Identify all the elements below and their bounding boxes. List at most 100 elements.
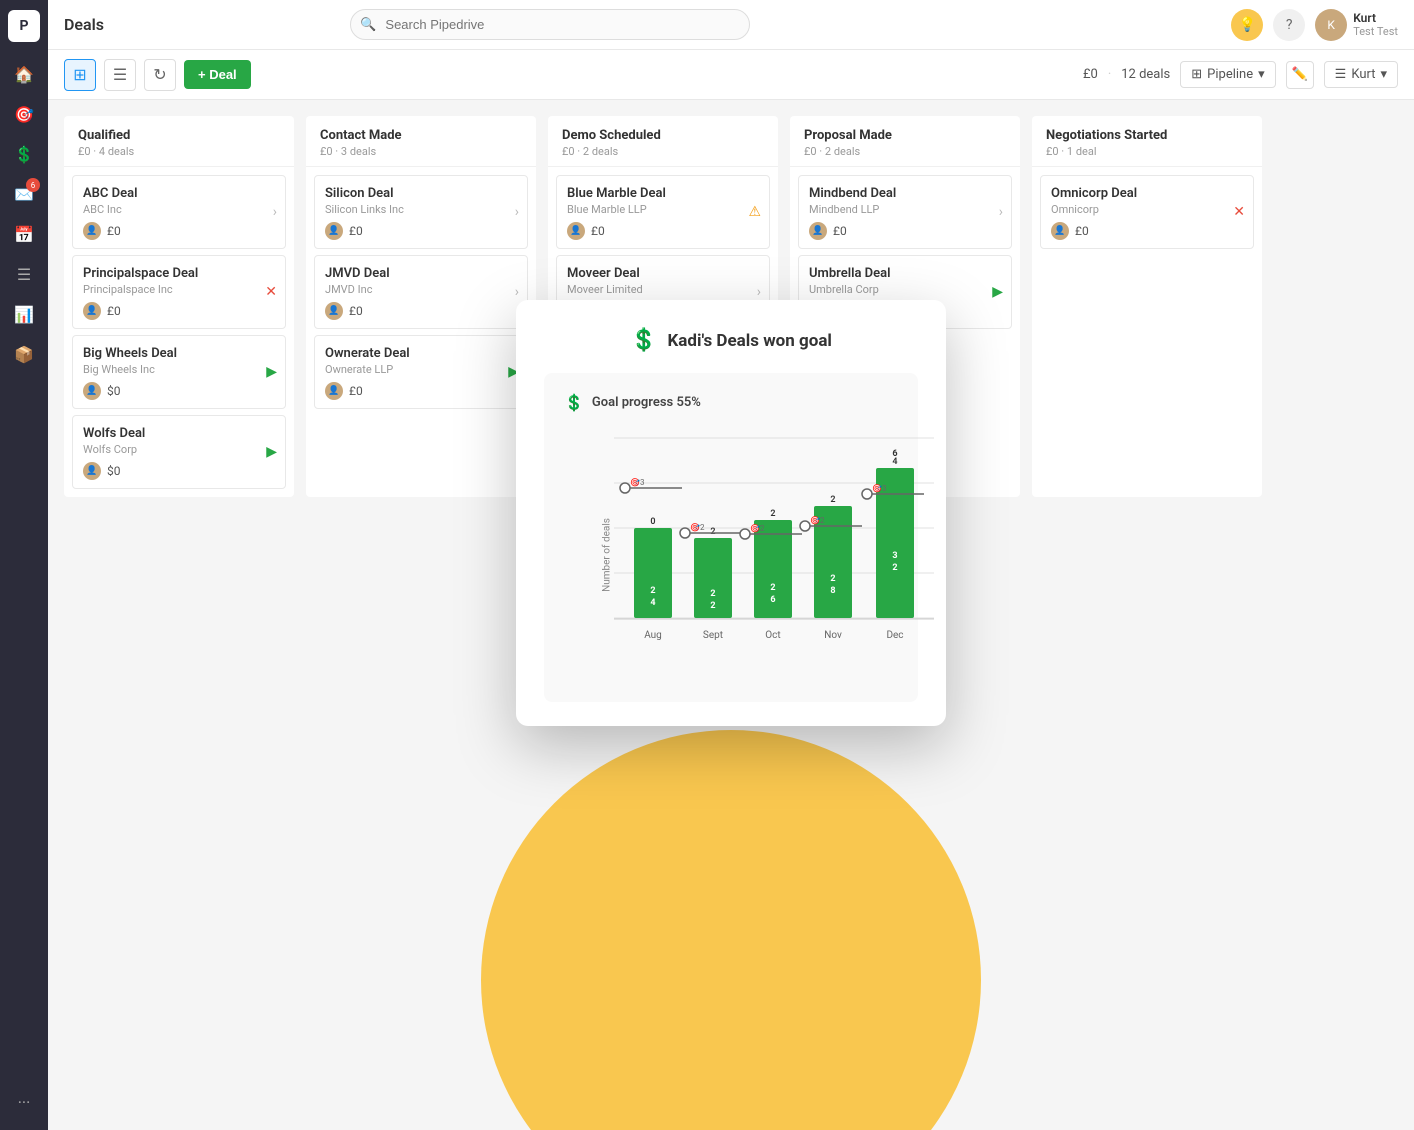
user-menu[interactable]: K Kurt Test Test: [1315, 9, 1398, 41]
add-deal-button[interactable]: + Deal: [184, 60, 251, 89]
avatar: K: [1315, 9, 1347, 41]
deal-card[interactable]: Blue Marble Deal Blue Marble LLP 👤 £0 ⚠: [556, 175, 770, 249]
sidebar-item-more[interactable]: ···: [6, 1084, 42, 1120]
deal-card[interactable]: Wolfs Deal Wolfs Corp 👤 $0 ▶: [72, 415, 286, 489]
card-footer: 👤 £0: [325, 222, 517, 240]
card-value: $0: [107, 464, 121, 478]
card-title: Principalspace Deal: [83, 266, 275, 281]
card-arrow: ›: [999, 204, 1003, 220]
edit-pipeline-button[interactable]: ✏️: [1286, 61, 1314, 89]
card-value: £0: [107, 224, 121, 238]
column-meta: £0 · 3 deals: [320, 145, 522, 158]
header-right: 💡 ? K Kurt Test Test: [1231, 9, 1398, 41]
svg-text:0: 0: [650, 517, 655, 527]
goal-dollar-icon: 💲: [630, 328, 657, 353]
svg-text:Dec: Dec: [886, 630, 903, 641]
deal-card[interactable]: ABC Deal ABC Inc 👤 £0 ›: [72, 175, 286, 249]
card-footer: 👤 £0: [83, 222, 275, 240]
sidebar-item-reports[interactable]: 📊: [6, 296, 42, 332]
card-title: Omnicorp Deal: [1051, 186, 1243, 201]
svg-text:2: 2: [710, 527, 715, 537]
card-footer: 👤 £0: [1051, 222, 1243, 240]
card-subtitle: Wolfs Corp: [83, 443, 275, 456]
card-value: £0: [107, 304, 121, 318]
user-name: Kurt: [1353, 11, 1398, 25]
svg-text:🎯3: 🎯3: [872, 484, 886, 493]
logo[interactable]: P: [8, 10, 40, 42]
user-filter[interactable]: ☰ Kurt ▾: [1324, 61, 1398, 88]
card-avatar: 👤: [567, 222, 585, 240]
svg-text:4: 4: [650, 598, 655, 608]
card-avatar: 👤: [1051, 222, 1069, 240]
deal-card[interactable]: Silicon Deal Silicon Links Inc 👤 £0 ›: [314, 175, 528, 249]
search-input[interactable]: [350, 9, 750, 40]
card-arrow: ›: [515, 284, 519, 300]
card-title: ABC Deal: [83, 186, 275, 201]
column-title: Contact Made: [320, 128, 522, 143]
card-arrow: ▶: [992, 284, 1003, 300]
sidebar-item-mail[interactable]: ✉️ 6: [6, 176, 42, 212]
card-footer: 👤 £0: [83, 302, 275, 320]
card-title: Mindbend Deal: [809, 186, 1001, 201]
card-subtitle: Moveer Limited: [567, 283, 759, 296]
refresh-button[interactable]: ↻: [144, 59, 176, 91]
column-header-qualified: Qualified £0 · 4 deals: [64, 116, 294, 167]
sidebar-item-home[interactable]: 🏠: [6, 56, 42, 92]
svg-text:2: 2: [830, 574, 835, 584]
pipeline-icon: ⊞: [1191, 67, 1202, 82]
svg-text:Sept: Sept: [703, 630, 723, 641]
card-avatar: 👤: [83, 302, 101, 320]
svg-text:🎯2: 🎯2: [690, 523, 705, 532]
card-title: JMVD Deal: [325, 266, 517, 281]
card-avatar: 👤: [325, 222, 343, 240]
pipeline-label: Pipeline: [1207, 67, 1253, 82]
card-avatar: 👤: [83, 382, 101, 400]
card-footer: 👤 $0: [83, 382, 275, 400]
card-value: £0: [833, 224, 847, 238]
sidebar-item-activity[interactable]: 🎯: [6, 96, 42, 132]
deal-card[interactable]: Mindbend Deal Mindbend LLP 👤 £0 ›: [798, 175, 1012, 249]
goal-modal[interactable]: 💲 Kadi's Deals won goal 💲 Goal progress …: [516, 300, 946, 726]
kanban-view-button[interactable]: ⊞: [64, 59, 96, 91]
search-icon: 🔍: [360, 17, 376, 32]
card-title: Umbrella Deal: [809, 266, 1001, 281]
card-footer: 👤 £0: [325, 382, 517, 400]
svg-text:Nov: Nov: [824, 630, 842, 641]
sidebar-item-contacts[interactable]: ☰: [6, 256, 42, 292]
card-avatar: 👤: [325, 382, 343, 400]
card-arrow: ⚠: [748, 204, 761, 220]
pipeline-select[interactable]: ⊞ Pipeline ▾: [1180, 61, 1275, 88]
sidebar-item-deals[interactable]: 💲: [6, 136, 42, 172]
sidebar-item-calendar[interactable]: 📅: [6, 216, 42, 252]
card-title: Big Wheels Deal: [83, 346, 275, 361]
column-title: Demo Scheduled: [562, 128, 764, 143]
deal-card[interactable]: JMVD Deal JMVD Inc 👤 £0 ›: [314, 255, 528, 329]
column-header-contact-made: Contact Made £0 · 3 deals: [306, 116, 536, 167]
lightbulb-icon[interactable]: 💡: [1231, 9, 1263, 41]
column-cards-negotiations-started: Omnicorp Deal Omnicorp 👤 £0 ✕: [1032, 167, 1262, 257]
help-icon[interactable]: ?: [1273, 9, 1305, 41]
app-header: Deals 🔍 💡 ? K Kurt Test Test: [48, 0, 1414, 50]
card-subtitle: Silicon Links Inc: [325, 203, 517, 216]
card-footer: 👤 $0: [83, 462, 275, 480]
y-axis-label: Number of deals: [601, 518, 612, 592]
deal-card[interactable]: Ownerate Deal Ownerate LLP 👤 £0 ▶: [314, 335, 528, 409]
column-meta: £0 · 2 deals: [804, 145, 1006, 158]
deal-card[interactable]: Principalspace Deal Principalspace Inc 👤…: [72, 255, 286, 329]
card-title: Moveer Deal: [567, 266, 759, 281]
column-qualified: Qualified £0 · 4 deals ABC Deal ABC Inc …: [64, 116, 294, 497]
svg-text:Oct: Oct: [765, 630, 780, 641]
deal-card[interactable]: Big Wheels Deal Big Wheels Inc 👤 $0 ▶: [72, 335, 286, 409]
svg-text:Aug: Aug: [644, 630, 662, 641]
list-view-button[interactable]: ☰: [104, 59, 136, 91]
svg-text:2: 2: [892, 563, 897, 573]
goal-progress-icon: 💲: [564, 393, 584, 412]
sidebar-item-products[interactable]: 📦: [6, 336, 42, 372]
card-subtitle: Ownerate LLP: [325, 363, 517, 376]
search-bar: 🔍: [350, 9, 750, 40]
pipeline-chevron: ▾: [1258, 67, 1265, 82]
deal-card[interactable]: Omnicorp Deal Omnicorp 👤 £0 ✕: [1040, 175, 1254, 249]
total-value: £0: [1083, 67, 1098, 82]
svg-text:🎯3: 🎯3: [630, 478, 644, 487]
column-cards-contact-made: Silicon Deal Silicon Links Inc 👤 £0 › JM…: [306, 167, 536, 417]
